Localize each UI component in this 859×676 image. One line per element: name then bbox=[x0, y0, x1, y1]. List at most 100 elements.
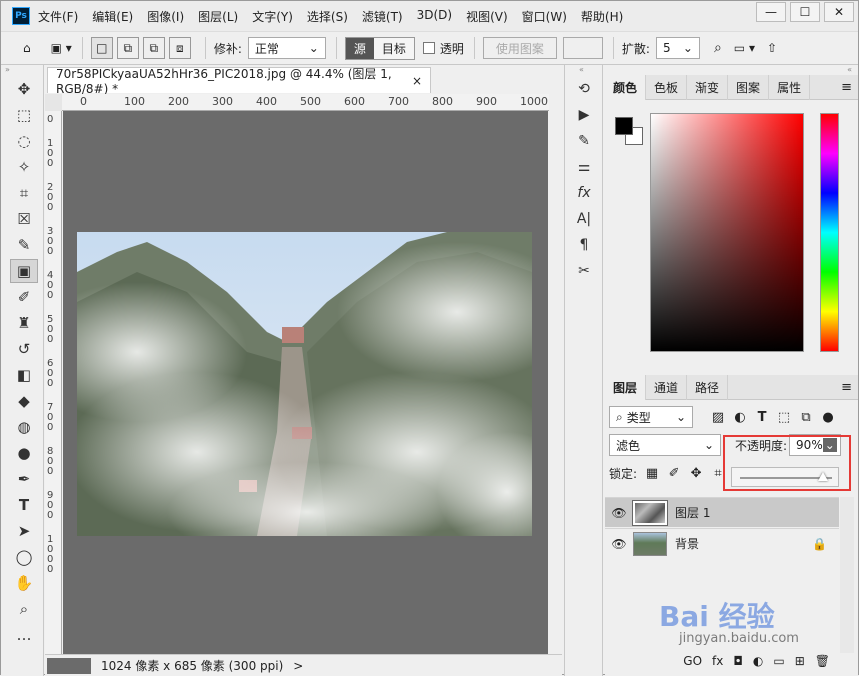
menu-edit[interactable]: 编辑(E) bbox=[92, 8, 133, 25]
adjustments-icon[interactable]: ⚌ bbox=[570, 155, 598, 179]
menu-type[interactable]: 文字(Y) bbox=[252, 8, 293, 25]
menu-filter[interactable]: 滤镜(T) bbox=[362, 8, 403, 25]
status-arrow[interactable]: > bbox=[293, 659, 303, 673]
layer-row-layer-1[interactable]: 👁 图层 1 bbox=[605, 497, 839, 527]
lasso-tool-icon[interactable]: ◌ bbox=[10, 129, 38, 153]
use-pattern-button[interactable]: 使用图案 bbox=[482, 37, 557, 59]
search-icon[interactable]: ⌕ bbox=[714, 40, 722, 56]
path-selection-tool-icon[interactable]: ➤ bbox=[10, 519, 38, 543]
tab-paths[interactable]: 路径 bbox=[687, 374, 729, 400]
magic-wand-tool-icon[interactable]: ✧ bbox=[10, 155, 38, 179]
visibility-eye-icon[interactable]: 👁 bbox=[605, 506, 633, 520]
maximize-button[interactable]: ☐ bbox=[790, 2, 820, 22]
patch-tool-preset-icon[interactable]: ▣ ▾ bbox=[51, 41, 72, 55]
eyedropper-tool-icon[interactable]: ✎ bbox=[10, 233, 38, 257]
menu-view[interactable]: 视图(V) bbox=[466, 8, 508, 25]
character-icon[interactable]: A| bbox=[570, 207, 598, 231]
canvas[interactable] bbox=[63, 111, 548, 654]
delete-layer-icon[interactable]: 🗑 bbox=[815, 654, 830, 668]
workspace-icon[interactable]: ▭ ▾ bbox=[734, 41, 755, 55]
color-picker-field[interactable] bbox=[650, 113, 804, 352]
share-icon[interactable]: ⇧ bbox=[767, 41, 777, 55]
tab-patterns[interactable]: 图案 bbox=[728, 74, 770, 100]
menu-image[interactable]: 图像(I) bbox=[147, 8, 184, 25]
minimize-button[interactable]: — bbox=[756, 2, 786, 22]
new-adjustment-icon[interactable]: ◐ bbox=[753, 654, 763, 668]
tab-properties[interactable]: 属性 bbox=[769, 74, 811, 100]
eraser-tool-icon[interactable]: ◧ bbox=[10, 363, 38, 387]
hue-slider[interactable] bbox=[820, 113, 839, 352]
type-tool-icon[interactable]: T bbox=[10, 493, 38, 517]
close-button[interactable]: ✕ bbox=[824, 2, 854, 22]
brush-settings-icon[interactable]: ✎ bbox=[570, 129, 598, 153]
vertical-scrollbar[interactable] bbox=[549, 111, 562, 654]
tab-color[interactable]: 颜色 bbox=[605, 74, 647, 100]
zoom-field[interactable] bbox=[47, 657, 91, 674]
panel-menu-icon[interactable]: ≡ bbox=[841, 380, 852, 395]
layers-scrollbar[interactable] bbox=[840, 497, 854, 653]
diffuse-select[interactable]: 5 ⌄ bbox=[655, 37, 700, 59]
brush-tool-icon[interactable]: ✐ bbox=[10, 285, 38, 309]
more-tools-icon[interactable]: … bbox=[10, 623, 38, 647]
close-tab-icon[interactable]: × bbox=[412, 74, 422, 88]
foreground-color-swatch[interactable] bbox=[615, 117, 633, 135]
move-tool-icon[interactable]: ✥ bbox=[10, 77, 38, 101]
link-layers-icon[interactable]: GO bbox=[683, 654, 702, 668]
collapse-icon[interactable]: « bbox=[565, 65, 602, 75]
subtract-selection-icon[interactable]: ⧉ bbox=[142, 37, 165, 59]
paragraph-icon[interactable]: ¶ bbox=[570, 233, 598, 257]
marquee-tool-icon[interactable]: ⬚ bbox=[10, 103, 38, 127]
history-icon[interactable]: ⟲ bbox=[570, 77, 598, 101]
new-selection-icon[interactable]: □ bbox=[90, 37, 113, 59]
add-style-icon[interactable]: fx bbox=[712, 654, 723, 668]
transparent-checkbox[interactable] bbox=[422, 42, 435, 54]
panel-menu-icon[interactable]: ≡ bbox=[841, 80, 852, 95]
paint-bucket-tool-icon[interactable]: ◆ bbox=[10, 389, 38, 413]
add-selection-icon[interactable]: ⧉ bbox=[116, 37, 139, 59]
frame-tool-icon[interactable]: ☒ bbox=[10, 207, 38, 231]
home-icon[interactable]: ⌂ bbox=[23, 41, 31, 55]
pen-tool-icon[interactable]: ✒ bbox=[10, 467, 38, 491]
collapse-icon[interactable]: « bbox=[605, 65, 858, 75]
actions-play-icon[interactable]: ▶ bbox=[570, 103, 598, 127]
layer-row-background[interactable]: 👁 背景 🔒 bbox=[605, 528, 839, 558]
menu-file[interactable]: 文件(F) bbox=[38, 8, 78, 25]
target-button[interactable]: 目标 bbox=[373, 37, 414, 59]
document-tab[interactable]: 70r58PICkyaaUA52hHr36_PIC2018.jpg @ 44.4… bbox=[47, 67, 431, 96]
patch-tool-icon[interactable]: ▣ bbox=[10, 259, 38, 283]
styles-fx-icon[interactable]: fx bbox=[570, 181, 598, 205]
pattern-picker[interactable] bbox=[562, 37, 603, 59]
tab-channels[interactable]: 通道 bbox=[646, 374, 688, 400]
filter-pixel-icon[interactable]: ▨ bbox=[707, 406, 729, 428]
zoom-tool-icon[interactable]: ⌕ bbox=[10, 597, 38, 621]
filter-type-icon[interactable]: T bbox=[751, 406, 773, 428]
visibility-eye-icon[interactable]: 👁 bbox=[605, 537, 633, 551]
blend-mode-select[interactable]: 滤色 ⌄ bbox=[609, 434, 721, 456]
menu-layer[interactable]: 图层(L) bbox=[198, 8, 238, 25]
lock-position-icon[interactable]: ✥ bbox=[685, 462, 707, 484]
source-button[interactable]: 源 bbox=[345, 37, 374, 59]
tool-presets-icon[interactable]: ✂ bbox=[570, 259, 598, 283]
history-brush-tool-icon[interactable]: ↺ bbox=[10, 337, 38, 361]
tab-swatches[interactable]: 色板 bbox=[646, 74, 688, 100]
new-group-icon[interactable]: ▭ bbox=[773, 654, 784, 668]
lock-transparent-icon[interactable]: ▦ bbox=[641, 462, 663, 484]
stamp-tool-icon[interactable]: ♜ bbox=[10, 311, 38, 335]
intersect-selection-icon[interactable]: ⧈ bbox=[168, 37, 191, 59]
ellipse-tool-icon[interactable]: ◯ bbox=[10, 545, 38, 569]
hand-tool-icon[interactable]: ✋ bbox=[10, 571, 38, 595]
menu-help[interactable]: 帮助(H) bbox=[581, 8, 623, 25]
tab-layers[interactable]: 图层 bbox=[605, 374, 647, 400]
menu-window[interactable]: 窗口(W) bbox=[522, 8, 567, 25]
repair-mode-select[interactable]: 正常 ⌄ bbox=[247, 37, 326, 59]
tab-gradients[interactable]: 渐变 bbox=[687, 74, 729, 100]
filter-smart-object-icon[interactable]: ⧉ bbox=[795, 406, 817, 428]
blur-tool-icon[interactable]: ◍ bbox=[10, 415, 38, 439]
crop-tool-icon[interactable]: ⌗ bbox=[10, 181, 38, 205]
filter-toggle-icon[interactable]: ● bbox=[817, 406, 839, 428]
menu-3d[interactable]: 3D(D) bbox=[417, 8, 452, 25]
lock-image-icon[interactable]: ✐ bbox=[663, 462, 685, 484]
filter-shape-icon[interactable]: ⬚ bbox=[773, 406, 795, 428]
new-layer-icon[interactable]: ⊞ bbox=[795, 654, 805, 668]
dodge-tool-icon[interactable]: ● bbox=[10, 441, 38, 465]
